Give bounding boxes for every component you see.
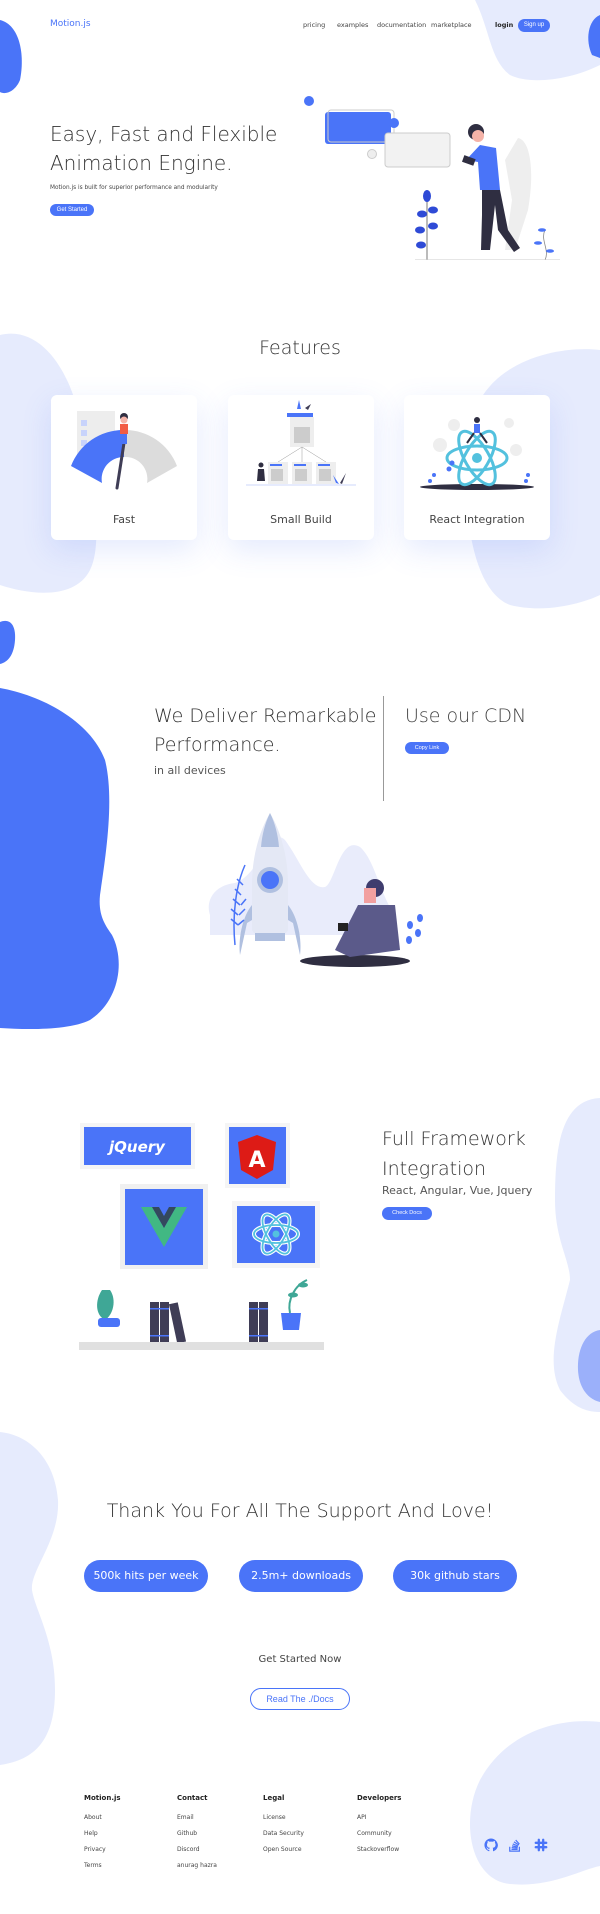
stat-downloads: 2.5m+ downloads: [239, 1560, 363, 1592]
section-divider: [383, 696, 384, 801]
performance-title-line2: Performance.: [154, 734, 281, 756]
performance-title: We Deliver Remarkable Performance.: [154, 702, 376, 760]
footer-heading-legal: Legal: [263, 1794, 285, 1802]
rocket-window: [261, 871, 279, 889]
hero-card-blue: [325, 112, 391, 144]
signup-button[interactable]: Sign up: [518, 19, 550, 32]
stat-hits: 500k hits per week: [84, 1560, 208, 1592]
footer-link-discord[interactable]: Discord: [177, 1846, 200, 1853]
github-icon[interactable]: [484, 1838, 498, 1852]
hero-dot-grey: [367, 149, 377, 159]
hero-dot-blue: [304, 96, 314, 106]
react-ground: [420, 484, 534, 490]
footer-link-community[interactable]: Community: [357, 1830, 392, 1837]
performance-title-line1: We Deliver Remarkable: [154, 705, 377, 727]
footer-link-author[interactable]: anurag hazra: [177, 1862, 217, 1869]
gauge-empty: [124, 429, 177, 483]
login-link[interactable]: login: [495, 21, 513, 29]
blob-footer-right: [470, 1721, 600, 1885]
check-docs-button[interactable]: Check Docs: [382, 1207, 432, 1220]
cdn-title: Use our CDN: [405, 705, 527, 727]
performance-subtitle: in all devices: [154, 764, 226, 777]
shelf: [79, 1342, 324, 1350]
footer-link-terms[interactable]: Terms: [84, 1862, 102, 1869]
feature-card-fast[interactable]: Fast: [51, 395, 197, 540]
features-title: Features: [259, 337, 341, 359]
read-docs-button[interactable]: Read The ./Docs: [250, 1688, 350, 1710]
footer-link-license[interactable]: License: [263, 1814, 286, 1821]
get-started-now-text: Get Started Now: [258, 1654, 342, 1665]
stackoverflow-icon[interactable]: [508, 1838, 522, 1852]
feature-label: Fast: [112, 513, 136, 526]
plant-pot: [281, 1313, 301, 1330]
shadow: [300, 955, 410, 967]
footer-heading-developers: Developers: [357, 1794, 402, 1802]
hero-title-line2: Animation Engine.: [50, 151, 233, 175]
blob-perf-small: [0, 620, 16, 664]
hero-illustration: [304, 96, 560, 260]
footer-link-data-security[interactable]: Data Security: [263, 1830, 304, 1837]
feature-label: Small Build: [270, 513, 332, 526]
framework-subtitle: React, Angular, Vue, Jquery: [382, 1184, 533, 1197]
feature-label: React Integration: [429, 513, 525, 526]
rocket-illustration: [208, 813, 423, 967]
framework-title-line1: Full Framework: [382, 1128, 526, 1150]
footer-link-github[interactable]: Github: [177, 1830, 197, 1837]
get-started-button[interactable]: Get Started: [50, 204, 94, 216]
nav-link-documentation[interactable]: documentation: [377, 21, 426, 29]
logo[interactable]: Motion.js: [50, 19, 91, 29]
hero-title: Easy, Fast and Flexible Animation Engine…: [50, 120, 277, 178]
nav-link-pricing[interactable]: pricing: [303, 21, 325, 29]
feature-card-react-integration[interactable]: React Integration: [404, 395, 550, 540]
footer-link-open-source[interactable]: Open Source: [263, 1846, 302, 1853]
blob-top-left: [0, 20, 22, 94]
framework-illustration: jQuery A: [79, 1123, 324, 1350]
footer-heading-motionjs: Motion.js: [84, 1794, 121, 1802]
person-face: [472, 130, 484, 142]
nav-link-marketplace[interactable]: marketplace: [431, 21, 472, 29]
plant-left: [97, 1290, 114, 1320]
footer-link-privacy[interactable]: Privacy: [84, 1846, 106, 1853]
plant-leaf: [423, 190, 431, 202]
footer-link-api[interactable]: API: [357, 1814, 367, 1821]
nav-link-examples[interactable]: examples: [337, 21, 368, 29]
hero-card-grey: [384, 132, 451, 168]
jquery-logo: jQuery: [107, 1138, 166, 1156]
hero-subtitle: Motion.js is built for superior performa…: [50, 185, 218, 191]
speedometer-illustration: [71, 411, 177, 490]
framework-title: Full Framework Integration: [382, 1124, 526, 1184]
blob-perf-big: [0, 688, 119, 1030]
blob-top-right-light: [475, 0, 600, 81]
stat-stars: 30k github stars: [393, 1560, 517, 1592]
footer-link-help[interactable]: Help: [84, 1830, 98, 1837]
slack-icon[interactable]: [534, 1838, 548, 1852]
build-tree-illustration: [246, 400, 356, 486]
person-shirt: [466, 145, 500, 190]
feature-card-small-build[interactable]: Small Build: [228, 395, 374, 540]
react-atom-illustration: [420, 417, 534, 490]
footer-link-stackoverflow[interactable]: Stackoverflow: [357, 1846, 399, 1853]
hero-dot-blue-2: [389, 118, 399, 128]
blob-support-left: [0, 1432, 59, 1765]
footer-heading-contact: Contact: [177, 1794, 208, 1802]
framework-title-line2: Integration: [382, 1158, 487, 1180]
footer-link-about[interactable]: About: [84, 1814, 102, 1821]
support-title: Thank You For All The Support And Love!: [106, 1500, 494, 1522]
copy-link-button[interactable]: Copy Link: [405, 742, 449, 754]
hero-title-line1: Easy, Fast and Flexible: [50, 122, 278, 146]
footer-link-email[interactable]: Email: [177, 1814, 194, 1821]
svg-text:A: A: [248, 1148, 265, 1173]
